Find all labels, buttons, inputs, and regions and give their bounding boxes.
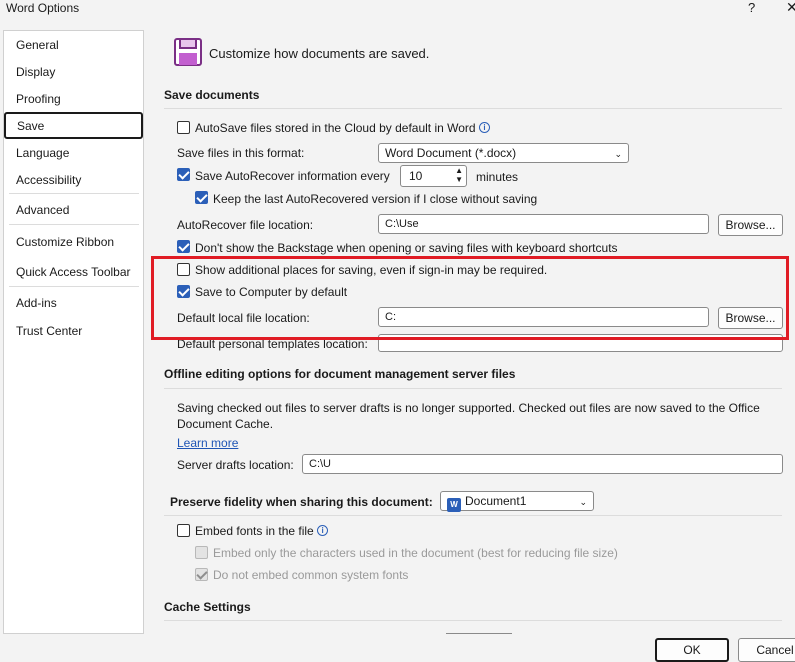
ok-button[interactable]: OK xyxy=(655,638,729,662)
sidebar-divider xyxy=(9,286,139,287)
sidebar-item-add-ins[interactable]: Add-ins xyxy=(16,293,57,313)
fidelity-document-select[interactable]: W Document1 ⌄ xyxy=(440,491,594,512)
additional-places-label: Show additional places for saving, even … xyxy=(195,263,548,277)
default-templates-label: Default personal templates location: xyxy=(177,337,368,351)
additional-places-checkbox[interactable] xyxy=(177,263,190,276)
offline-description-2: Document Cache. xyxy=(177,417,274,431)
default-local-input[interactable]: C: xyxy=(378,307,709,327)
chevron-down-icon: ⌄ xyxy=(579,497,587,507)
autorecover-browse-button[interactable]: Browse... xyxy=(718,214,783,236)
help-button[interactable]: ? xyxy=(748,0,755,15)
format-select[interactable]: Word Document (*.docx) ⌄ xyxy=(378,143,629,163)
default-local-browse-button[interactable]: Browse... xyxy=(718,307,783,329)
default-local-label: Default local file location: xyxy=(177,311,310,325)
format-label: Save files in this format: xyxy=(177,146,305,160)
chevron-down-icon: ⌄ xyxy=(614,149,622,159)
no-common-fonts-checkbox xyxy=(195,568,208,581)
sidebar-item-general[interactable]: General xyxy=(16,35,59,55)
autorecover-checkbox[interactable] xyxy=(177,168,190,181)
sidebar-item-customize-ribbon[interactable]: Customize Ribbon xyxy=(16,232,114,252)
minutes-label: minutes xyxy=(476,170,519,184)
learn-more-link[interactable]: Learn more xyxy=(177,436,238,450)
embed-chars-label: Embed only the characters used in the do… xyxy=(213,546,618,560)
window-title: Word Options xyxy=(6,1,80,15)
offline-description: Saving checked out files to server draft… xyxy=(177,401,760,415)
sidebar-divider xyxy=(9,193,139,194)
word-document-icon: W xyxy=(447,498,461,512)
section-divider xyxy=(164,620,782,621)
autorecover-location-label: AutoRecover file location: xyxy=(177,218,314,232)
cache-heading: Cache Settings xyxy=(164,600,251,614)
sidebar-item-accessibility[interactable]: Accessibility xyxy=(16,170,81,190)
no-common-fonts-label: Do not embed common system fonts xyxy=(213,568,409,582)
dont-show-backstage-label: Don't show the Backstage when opening or… xyxy=(195,241,618,255)
page-header: Customize how documents are saved. xyxy=(209,46,430,61)
offline-heading: Offline editing options for document man… xyxy=(164,367,516,381)
cancel-button[interactable]: Cancel xyxy=(738,638,795,662)
fidelity-heading: Preserve fidelity when sharing this docu… xyxy=(170,495,433,509)
autorecover-label: Save AutoRecover information every xyxy=(195,169,390,183)
save-disk-icon xyxy=(174,38,202,66)
autorecover-minutes-value: 10 xyxy=(409,169,423,183)
sidebar-item-trust-center[interactable]: Trust Center xyxy=(16,321,82,341)
server-drafts-input[interactable]: C:\U xyxy=(302,454,783,474)
sidebar-item-quick-access-toolbar[interactable]: Quick Access Toolbar xyxy=(16,262,131,282)
chevron-up-icon[interactable]: ▲ xyxy=(455,167,463,175)
default-templates-input[interactable] xyxy=(378,334,783,352)
section-divider xyxy=(164,108,782,109)
embed-fonts-label: Embed fonts in the file i xyxy=(195,524,329,538)
autorecover-location-input[interactable]: C:\Use xyxy=(378,214,709,234)
autosave-label: AutoSave files stored in the Cloud by de… xyxy=(195,121,490,135)
dont-show-backstage-checkbox[interactable] xyxy=(177,240,190,253)
sidebar-item-display[interactable]: Display xyxy=(16,62,55,82)
info-icon[interactable]: i xyxy=(317,525,329,536)
save-to-computer-checkbox[interactable] xyxy=(177,285,190,298)
sidebar-item-save[interactable]: Save xyxy=(4,112,143,139)
server-drafts-label: Server drafts location: xyxy=(177,458,294,472)
keep-last-checkbox[interactable] xyxy=(195,191,208,204)
save-to-computer-label: Save to Computer by default xyxy=(195,285,348,299)
embed-chars-checkbox xyxy=(195,546,208,559)
section-divider xyxy=(164,388,782,389)
autosave-checkbox[interactable] xyxy=(177,121,190,134)
chevron-down-icon[interactable]: ▼ xyxy=(455,176,463,184)
info-icon[interactable]: i xyxy=(478,122,490,133)
sidebar-divider xyxy=(9,224,139,225)
cache-field-edge xyxy=(446,633,512,634)
section-divider xyxy=(164,515,782,516)
keep-last-label: Keep the last AutoRecovered version if I… xyxy=(213,192,538,206)
sidebar-item-advanced[interactable]: Advanced xyxy=(16,200,69,220)
embed-fonts-checkbox[interactable] xyxy=(177,524,190,537)
close-button[interactable]: ✕ xyxy=(786,0,795,16)
sidebar-item-proofing[interactable]: Proofing xyxy=(16,89,61,109)
sidebar-item-language[interactable]: Language xyxy=(16,143,69,163)
save-documents-heading: Save documents xyxy=(164,88,260,102)
autorecover-minutes-stepper[interactable]: 10 ▲ ▼ xyxy=(400,165,467,187)
